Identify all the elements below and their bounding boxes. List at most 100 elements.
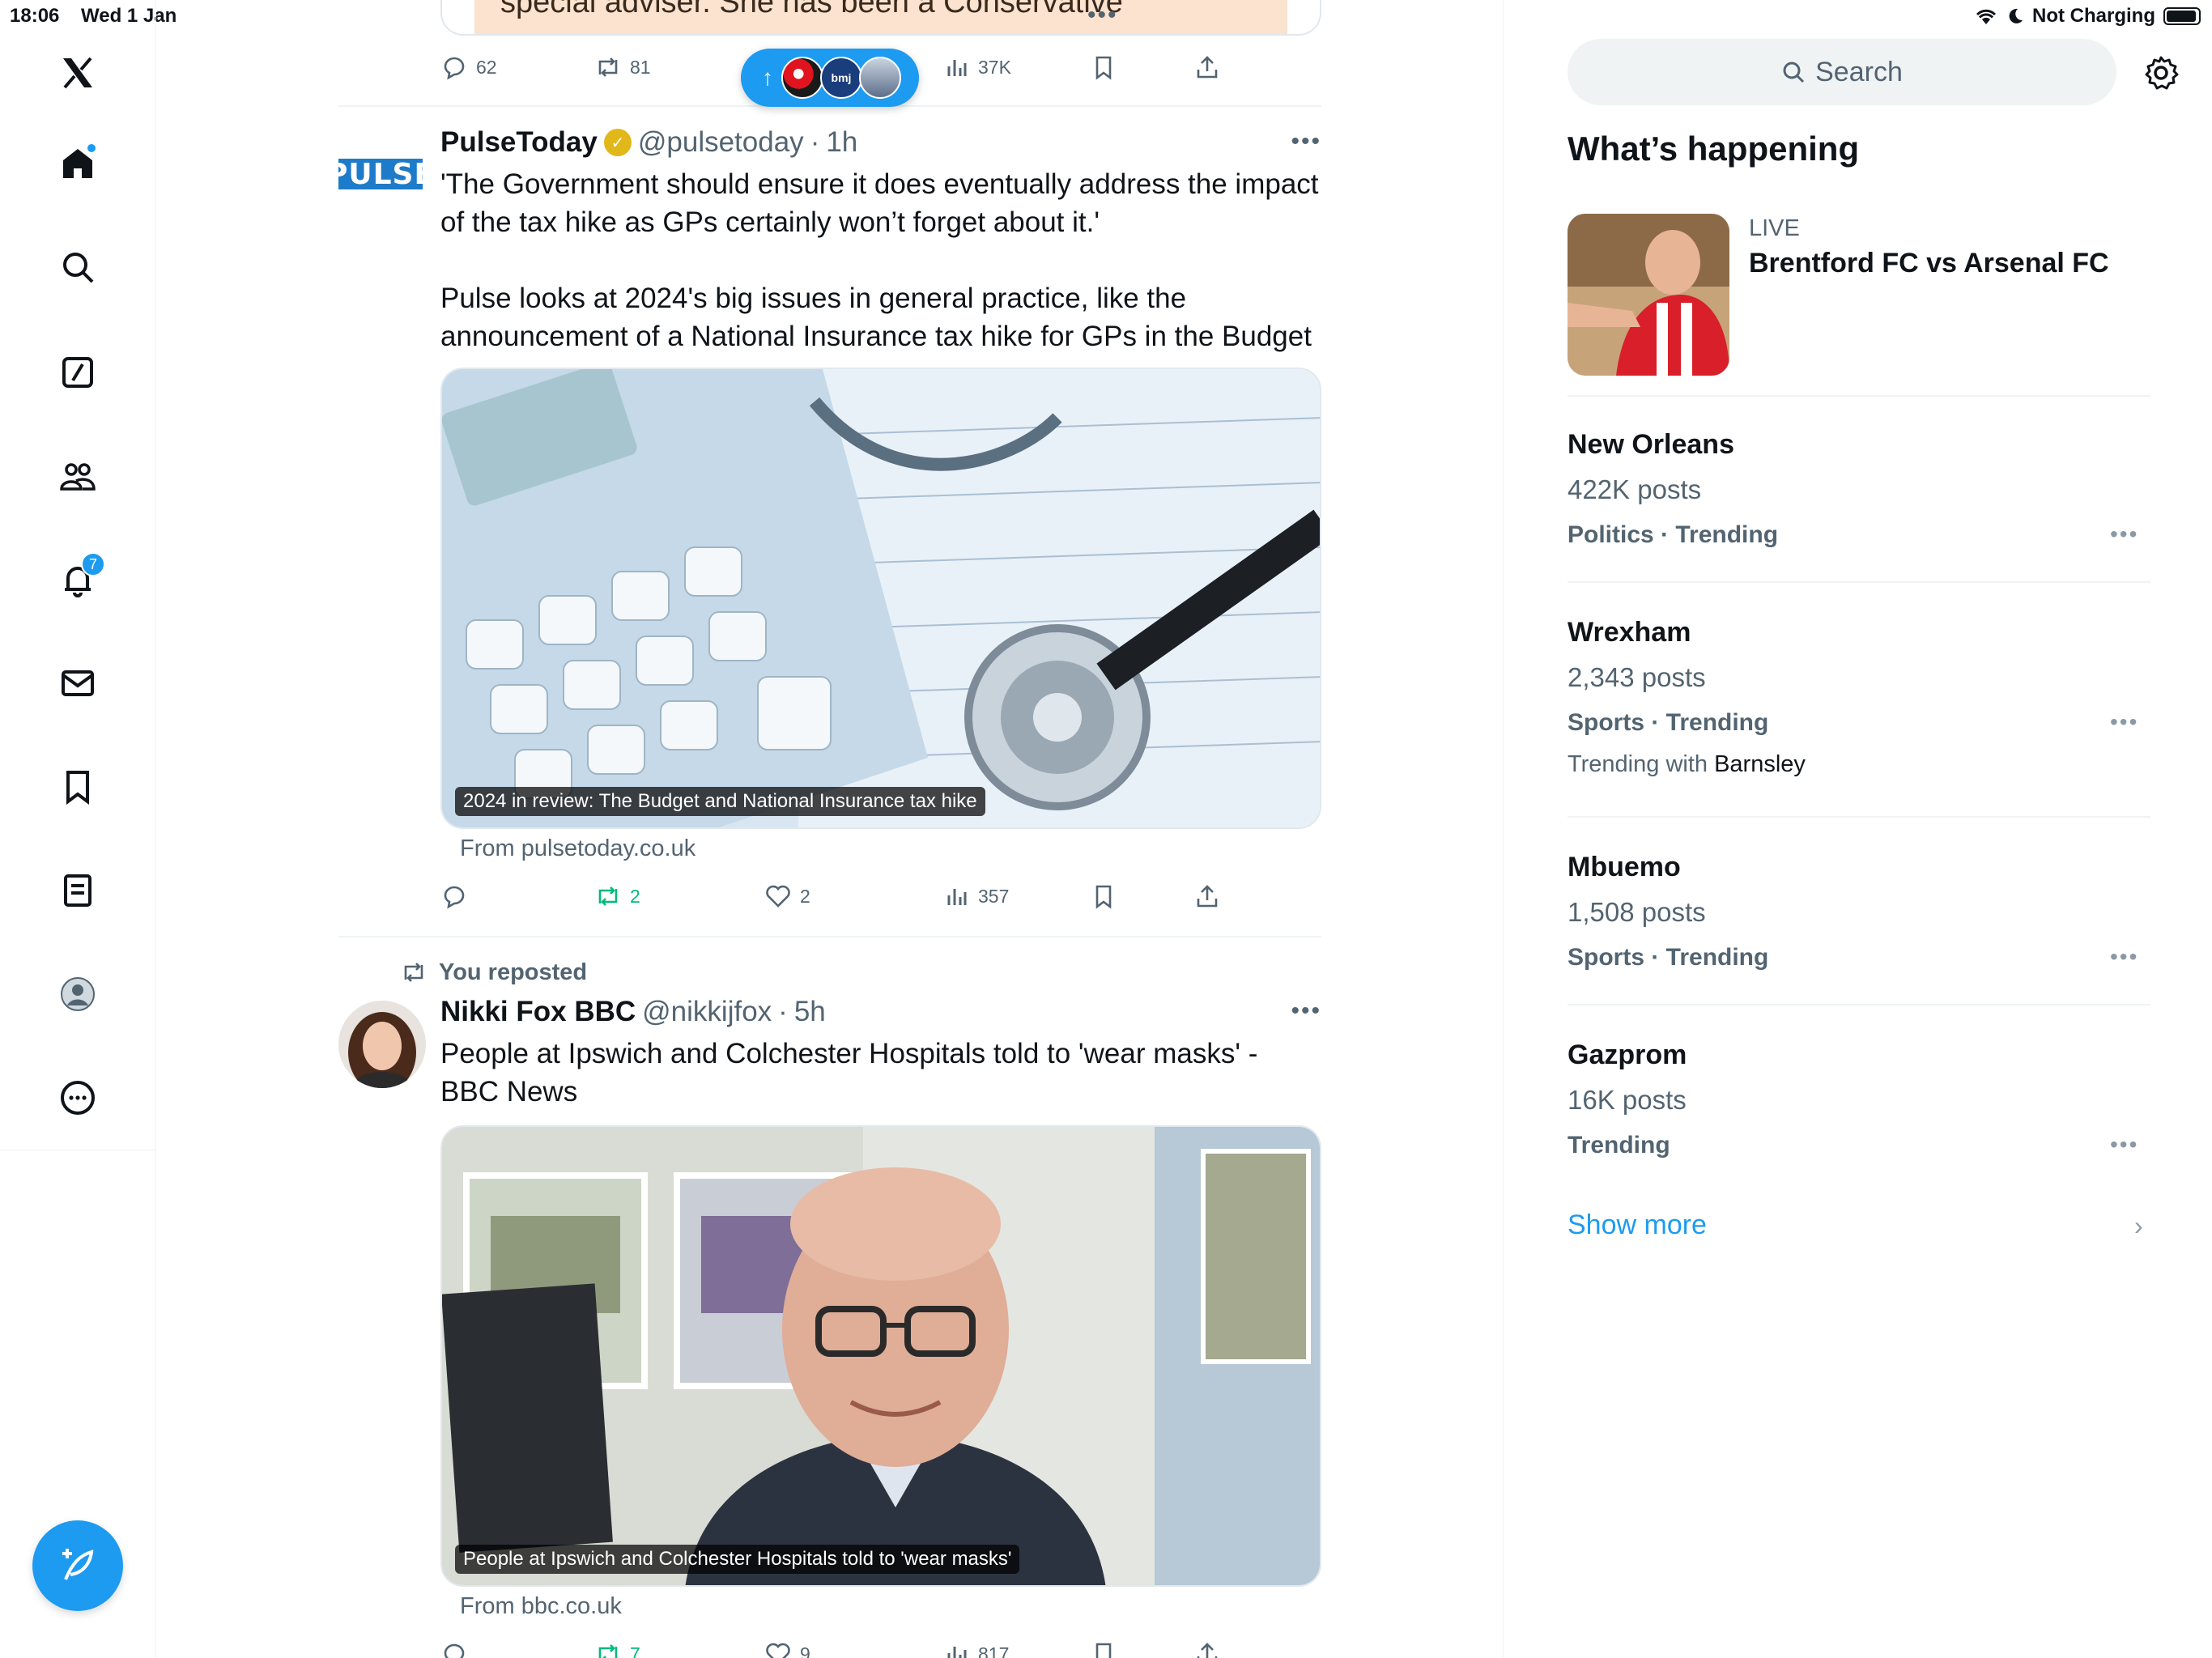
media-caption: People at Ipswich and Colchester Hospita…: [455, 1545, 1020, 1574]
views-button[interactable]: 817: [942, 1634, 1009, 1658]
nav-bookmarks[interactable]: [50, 759, 105, 814]
reply-icon: [444, 57, 465, 80]
live-event-title[interactable]: Brentford FC vs Arsenal FC: [1749, 248, 2109, 279]
previous-card-dots: •••: [1087, 2, 1118, 28]
link-card-image[interactable]: 2024 in review: The Budget and National …: [440, 368, 1321, 829]
x-logo-icon[interactable]: [50, 45, 105, 100]
author-name[interactable]: PulseToday: [440, 126, 598, 159]
trend-post-count: 16K posts: [1568, 1085, 1687, 1115]
trend-category: Trending: [1568, 1132, 1670, 1158]
media-caption: 2024 in review: The Budget and National …: [455, 787, 985, 816]
bookmark-button[interactable]: [1090, 1634, 1117, 1658]
share-button[interactable]: [1193, 876, 1221, 916]
pulsetoday-avatar[interactable]: PULSE: [338, 158, 434, 191]
nav-profile[interactable]: [50, 967, 105, 1022]
post-time[interactable]: 1h: [826, 126, 857, 159]
whats-happening-title: What’s happening: [1568, 130, 1860, 168]
more-options-icon[interactable]: •••: [2110, 1132, 2138, 1158]
views-button[interactable]: 357: [942, 876, 1009, 916]
trending-with-value[interactable]: Barnsley: [1714, 751, 1806, 777]
like-button[interactable]: 9: [764, 1634, 810, 1658]
verified-badge-icon: ✓: [603, 129, 632, 156]
trend-category: Sports · Trending: [1568, 944, 1769, 971]
trend-post-count: 2,343 posts: [1568, 662, 1706, 692]
repost-icon: [598, 1644, 618, 1658]
trend-name[interactable]: New Orleans: [1568, 429, 1734, 461]
link-source[interactable]: From bbc.co.uk: [460, 1593, 622, 1620]
author-handle[interactable]: @nikkijfox: [642, 996, 772, 1028]
arrow-up-icon: ↑: [762, 65, 773, 90]
author-avatar[interactable]: [338, 1001, 426, 1088]
views-icon: [947, 889, 967, 905]
bookmark-button[interactable]: [1090, 47, 1117, 87]
bookmark-icon: [1095, 56, 1112, 80]
author-handle[interactable]: @pulsetoday: [638, 126, 804, 159]
reply-button[interactable]: [440, 876, 476, 916]
tweet-text: 'The Government should ensure it does ev…: [440, 168, 1319, 352]
like-button[interactable]: 2: [764, 876, 810, 916]
reply-button[interactable]: 62: [440, 47, 497, 87]
search-input[interactable]: Search: [1568, 39, 2116, 105]
reply-button[interactable]: [440, 1634, 476, 1658]
repost-count: 81: [630, 56, 651, 78]
repost-button[interactable]: 7: [594, 1634, 640, 1658]
more-options-icon[interactable]: •••: [2110, 709, 2138, 735]
nav-grok[interactable]: [50, 345, 105, 400]
trend-category: Sports · Trending: [1568, 709, 1769, 736]
calculator-stethoscope-image: [442, 369, 1320, 827]
communities-icon: [60, 463, 96, 491]
views-button[interactable]: 37K: [942, 47, 1011, 87]
live-label: LIVE: [1749, 215, 1800, 241]
link-source[interactable]: From pulsetoday.co.uk: [460, 835, 696, 862]
compose-post-button[interactable]: [32, 1520, 123, 1611]
reply-count: 62: [476, 56, 497, 78]
tweet-divider: [338, 936, 1321, 937]
hospital-portrait-image: [442, 1127, 1320, 1585]
nav-lists[interactable]: [50, 863, 105, 918]
more-options-icon[interactable]: •••: [2110, 521, 2138, 547]
trend-name[interactable]: Wrexham: [1568, 617, 1691, 648]
bookmark-icon: [66, 771, 89, 805]
gear-icon[interactable]: [2143, 55, 2179, 91]
nav-messages[interactable]: [50, 656, 105, 711]
new-posts-pill[interactable]: ↑ bmj: [741, 49, 919, 107]
previous-tweet-card[interactable]: special adviser. She has been a Conserva…: [440, 0, 1321, 36]
link-card-image[interactable]: People at Ipswich and Colchester Hospita…: [440, 1125, 1321, 1587]
show-more-link[interactable]: Show more: [1568, 1209, 1707, 1241]
trend-name[interactable]: Gazprom: [1568, 1039, 1687, 1071]
trend-post-count: 422K posts: [1568, 474, 1702, 504]
repost-button[interactable]: 81: [594, 47, 651, 87]
more-options-icon[interactable]: •••: [2110, 944, 2138, 970]
nav-explore[interactable]: [50, 240, 105, 295]
nav-more[interactable]: [50, 1070, 105, 1125]
nav-home[interactable]: [50, 136, 105, 191]
post-time[interactable]: 5h: [794, 996, 826, 1028]
live-event-thumbnail[interactable]: [1568, 214, 1729, 376]
more-circle-icon: [61, 1081, 95, 1115]
repost-icon: [598, 57, 618, 77]
repost-icon: [598, 886, 618, 906]
share-button[interactable]: [1193, 47, 1221, 87]
nav-notifications[interactable]: 7: [50, 552, 105, 607]
trend-name[interactable]: Mbuemo: [1568, 852, 1681, 883]
bookmark-icon: [1095, 1643, 1112, 1658]
views-count: 357: [978, 885, 1010, 907]
home-new-dot: [86, 142, 97, 154]
repost-button[interactable]: 2: [594, 876, 640, 916]
share-icon: [1197, 56, 1218, 79]
profile-avatar-icon: [61, 977, 95, 1011]
repost-icon: [404, 963, 423, 982]
like-count: 2: [800, 885, 810, 907]
pill-avatar: [781, 57, 823, 99]
bookmark-button[interactable]: [1090, 876, 1117, 916]
bookmark-icon: [1095, 885, 1112, 909]
mail-icon: [62, 670, 94, 696]
reply-icon: [444, 1643, 465, 1658]
more-options-icon[interactable]: •••: [1291, 997, 1321, 1025]
more-options-icon[interactable]: •••: [1291, 128, 1321, 155]
author-name[interactable]: Nikki Fox BBC: [440, 996, 636, 1028]
chevron-right-icon: ›: [2134, 1211, 2143, 1240]
share-button[interactable]: [1193, 1634, 1221, 1658]
nav-communities[interactable]: [50, 449, 105, 504]
pill-avatar: bmj: [820, 57, 862, 99]
